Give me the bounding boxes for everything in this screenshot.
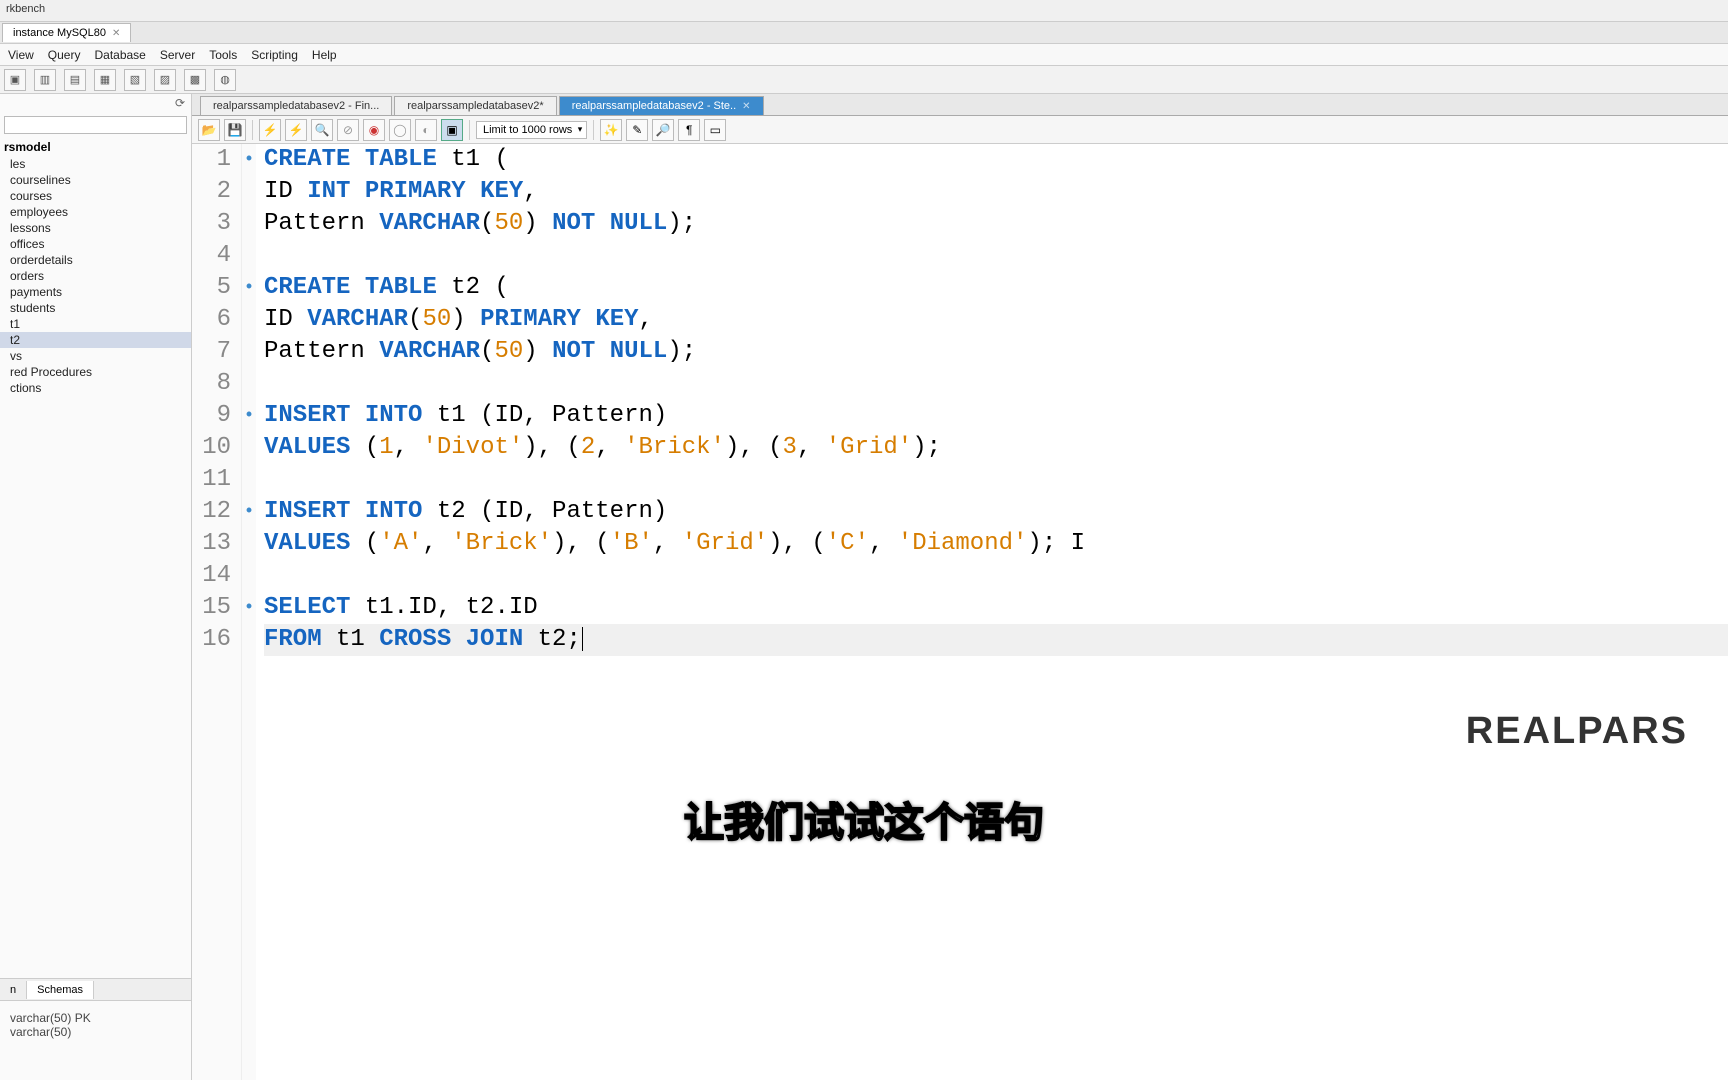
find-icon[interactable]: ✎ <box>626 119 648 141</box>
toolbar-btn-6[interactable]: ▨ <box>154 69 176 91</box>
schema-tree-item[interactable]: employees <box>0 204 191 220</box>
editor-tab[interactable]: realparssampledatabasev2 - Ste.. ✕ <box>559 96 764 115</box>
sidebar-tab-admin[interactable]: n <box>0 981 27 999</box>
wrap-icon[interactable]: ¶ <box>678 119 700 141</box>
schema-tree[interactable]: rsmodel lescourselinescoursesemployeesle… <box>0 136 191 978</box>
navigator-refresh-icon[interactable]: ⟳ <box>0 94 191 114</box>
editor-tab-label: realparssampledatabasev2 - Fin... <box>213 100 379 112</box>
code-line[interactable]: ID VARCHAR(50) PRIMARY KEY, <box>264 304 1728 336</box>
sidebar-tab-schemas[interactable]: Schemas <box>27 981 94 999</box>
object-info-panel: varchar(50) PK varchar(50) <box>0 1000 191 1080</box>
stop-icon[interactable]: ⊘ <box>337 119 359 141</box>
connection-tab[interactable]: instance MySQL80 ✕ <box>2 23 131 42</box>
code-line[interactable] <box>264 368 1728 400</box>
schema-tree-item[interactable]: offices <box>0 236 191 252</box>
menu-tools[interactable]: Tools <box>209 48 237 62</box>
menu-view[interactable]: View <box>8 48 34 62</box>
close-icon[interactable]: ✕ <box>742 101 750 112</box>
toolbar-btn-5[interactable]: ▧ <box>124 69 146 91</box>
code-line[interactable]: INSERT INTO t1 (ID, Pattern) <box>264 400 1728 432</box>
menu-scripting[interactable]: Scripting <box>251 48 298 62</box>
beautify-icon[interactable]: ✨ <box>600 119 622 141</box>
schema-tree-item[interactable]: lessons <box>0 220 191 236</box>
editor-tab[interactable]: realparssampledatabasev2 - Fin... <box>200 96 392 115</box>
row-limit-label: Limit to 1000 rows <box>483 124 572 136</box>
code-line[interactable] <box>264 560 1728 592</box>
toolbar-btn-1[interactable]: ▣ <box>4 69 26 91</box>
connection-tab-label: instance MySQL80 <box>13 27 106 39</box>
schema-tree-item[interactable]: students <box>0 300 191 316</box>
title-bar: rkbench <box>0 0 1728 22</box>
toolbar-btn-4[interactable]: ▦ <box>94 69 116 91</box>
editor-toolbar: 📂 💾 ⚡ ⚡ 🔍 ⊘ ◉ ◯ ◐ ▣ Limit to 1000 rows ✨… <box>192 116 1728 144</box>
schema-tree-item[interactable]: red Procedures <box>0 364 191 380</box>
schema-tree-item[interactable]: ctions <box>0 380 191 396</box>
code-line[interactable]: FROM t1 CROSS JOIN t2; <box>264 624 1728 656</box>
menu-help[interactable]: Help <box>312 48 337 62</box>
open-file-icon[interactable]: 📂 <box>198 119 220 141</box>
schema-tree-item[interactable]: courses <box>0 188 191 204</box>
code-line[interactable]: CREATE TABLE t1 ( <box>264 144 1728 176</box>
editor-tab[interactable]: realparssampledatabasev2* <box>394 96 556 115</box>
code-line[interactable] <box>264 464 1728 496</box>
row-limit-dropdown[interactable]: Limit to 1000 rows <box>476 121 587 139</box>
code-line[interactable]: SELECT t1.ID, t2.ID <box>264 592 1728 624</box>
code-line[interactable]: ID INT PRIMARY KEY, <box>264 176 1728 208</box>
rollback-icon[interactable]: ◯ <box>389 119 411 141</box>
toolbar-btn-2[interactable]: ▥ <box>34 69 56 91</box>
code-line[interactable]: VALUES (1, 'Divot'), (2, 'Brick'), (3, '… <box>264 432 1728 464</box>
connection-tabs: instance MySQL80 ✕ <box>0 22 1728 44</box>
save-icon[interactable]: 💾 <box>224 119 246 141</box>
toggle-icon[interactable]: ▣ <box>441 119 463 141</box>
code-line[interactable] <box>264 240 1728 272</box>
video-subtitle: 让我们试试这个语句 <box>684 790 1044 848</box>
schema-tree-item[interactable]: orderdetails <box>0 252 191 268</box>
schema-tree-item[interactable]: t1 <box>0 316 191 332</box>
schema-tree-item[interactable]: payments <box>0 284 191 300</box>
commit-icon[interactable]: ◉ <box>363 119 385 141</box>
search-icon[interactable]: 🔎 <box>652 119 674 141</box>
schema-tree-item[interactable]: t2 <box>0 332 191 348</box>
panel-icon[interactable]: ▭ <box>704 119 726 141</box>
editor-tab-label: realparssampledatabasev2* <box>407 100 543 112</box>
schema-tree-item[interactable]: les <box>0 156 191 172</box>
schema-tree-item[interactable]: vs <box>0 348 191 364</box>
schema-tree-item[interactable]: courselines <box>0 172 191 188</box>
realpars-logo: REALPARS <box>1466 710 1688 753</box>
editor-file-tabs: realparssampledatabasev2 - Fin... realpar… <box>192 94 1728 116</box>
schema-tree-item[interactable]: orders <box>0 268 191 284</box>
sql-editor[interactable]: 12345678910111213141516 ••••• CREATE TAB… <box>192 144 1728 1080</box>
code-line[interactable]: Pattern VARCHAR(50) NOT NULL); <box>264 208 1728 240</box>
editor-tab-label: realparssampledatabasev2 - Ste.. <box>572 100 736 112</box>
schema-root[interactable]: rsmodel <box>0 138 191 156</box>
info-line: varchar(50) PK <box>10 1011 181 1025</box>
toolbar-btn-3[interactable]: ▤ <box>64 69 86 91</box>
auto-commit-icon[interactable]: ◐ <box>415 119 437 141</box>
navigator-sidebar: ⟳ rsmodel lescourselinescoursesemployees… <box>0 94 192 1080</box>
code-line[interactable]: CREATE TABLE t2 ( <box>264 272 1728 304</box>
execute-step-icon[interactable]: ⚡ <box>285 119 307 141</box>
toolbar-btn-8[interactable]: ◍ <box>214 69 236 91</box>
menu-bar: View Query Database Server Tools Scripti… <box>0 44 1728 66</box>
execute-icon[interactable]: ⚡ <box>259 119 281 141</box>
menu-database[interactable]: Database <box>94 48 145 62</box>
main-toolbar: ▣ ▥ ▤ ▦ ▧ ▨ ▩ ◍ <box>0 66 1728 94</box>
close-icon[interactable]: ✕ <box>112 28 120 39</box>
app-title: rkbench <box>6 3 45 15</box>
menu-server[interactable]: Server <box>160 48 195 62</box>
explain-icon[interactable]: 🔍 <box>311 119 333 141</box>
code-line[interactable]: INSERT INTO t2 (ID, Pattern) <box>264 496 1728 528</box>
toolbar-btn-7[interactable]: ▩ <box>184 69 206 91</box>
code-line[interactable]: VALUES ('A', 'Brick'), ('B', 'Grid'), ('… <box>264 528 1728 560</box>
menu-query[interactable]: Query <box>48 48 81 62</box>
code-line[interactable]: Pattern VARCHAR(50) NOT NULL); <box>264 336 1728 368</box>
schema-search-input[interactable] <box>4 116 187 134</box>
info-line: varchar(50) <box>10 1025 181 1039</box>
